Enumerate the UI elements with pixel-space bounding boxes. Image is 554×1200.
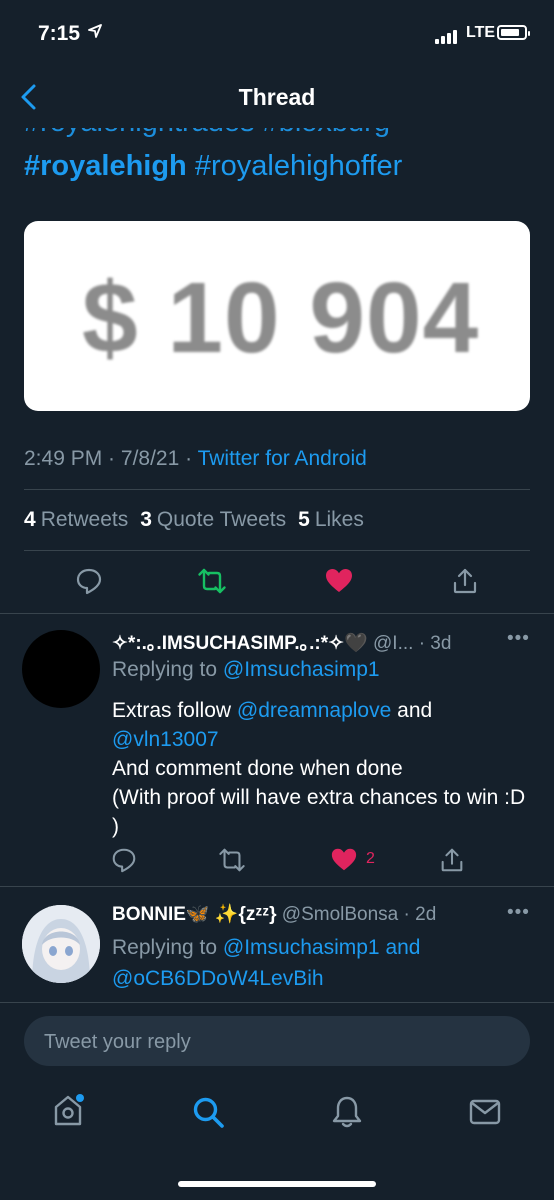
reply-icon[interactable] [74, 566, 104, 596]
hashtag-royalehighoffer[interactable]: #royalehighoffer [187, 150, 402, 182]
avatar[interactable] [22, 630, 100, 708]
status-time: 7:15 [38, 22, 81, 45]
replying-to-prefix: Replying to [112, 658, 218, 681]
anime-avatar-image [22, 905, 100, 983]
reply-author-name: ✧*:.｡.IMSUCHASIMP.｡.:*✧🖤 [112, 633, 368, 654]
tweet-image[interactable]: $ 10 904 [24, 221, 530, 411]
tweet-meta: 2:49 PM · 7/8/21 · Twitter for Android [24, 447, 367, 470]
quotes-label: Quote Tweets [156, 508, 287, 531]
tweet-image-price: $ 10 904 [82, 262, 480, 374]
retweets-count: 4 [24, 508, 36, 531]
search-icon[interactable] [190, 1094, 226, 1130]
divider [0, 886, 554, 887]
mention-link[interactable]: @vln13007 [112, 728, 219, 751]
home-icon[interactable] [50, 1092, 86, 1128]
reply-age: · 2d [403, 904, 437, 925]
reply-author-name: BONNIE🦋 ✨{zᶻᶻ} [112, 904, 277, 925]
battery-icon [497, 25, 530, 40]
retweets-stat[interactable]: 4 Retweets [24, 508, 128, 531]
reply-author[interactable]: ✧*:.｡.IMSUCHASIMP.｡.:*✧🖤 @I... · 3d [112, 628, 451, 655]
likes-label: Likes [314, 508, 364, 531]
hashtags: #royalehigh #royalehighoffer [24, 150, 402, 183]
reply-input[interactable] [42, 1016, 516, 1068]
reply-composer[interactable] [24, 1016, 530, 1068]
retweet-icon[interactable] [218, 846, 246, 874]
tweet-stats: 4 Retweets 3 Quote Tweets 5 Likes [24, 508, 364, 532]
likes-count: 5 [298, 508, 310, 531]
notification-dot [76, 1094, 84, 1102]
network-label: LTE [466, 24, 496, 41]
share-icon[interactable] [438, 846, 466, 874]
mention-link[interactable]: @dreamnaplove [237, 699, 391, 722]
tweet-source[interactable]: Twitter for Android [198, 447, 367, 470]
avatar[interactable] [22, 905, 100, 983]
tweet-time: 2:49 PM [24, 447, 103, 470]
reply-text-part: And comment done when done [112, 757, 403, 780]
retweets-label: Retweets [40, 508, 129, 531]
retweet-icon[interactable] [197, 566, 227, 596]
quotes-count: 3 [140, 508, 152, 531]
divider [24, 550, 530, 551]
likes-stat[interactable]: 5 Likes [298, 508, 364, 531]
replying-to-mention[interactable]: @oCB6DDoW4LevBih [112, 967, 324, 990]
like-count: 2 [366, 850, 375, 867]
reply-text-part: (With proof will have extra chances to w… [112, 786, 526, 838]
quotes-stat[interactable]: 3 Quote Tweets [140, 508, 286, 531]
reply-age: · 3d [418, 633, 452, 654]
reply-author[interactable]: BONNIE🦋 ✨{zᶻᶻ} @SmolBonsa · 2d [112, 902, 436, 926]
divider [24, 489, 530, 490]
more-options-icon[interactable]: ••• [507, 628, 530, 650]
notifications-icon[interactable] [329, 1094, 365, 1130]
replying-to-prefix: Replying to [112, 936, 218, 959]
reply-text-part: Extras follow [112, 699, 232, 722]
hashtag-royalehigh[interactable]: #royalehigh [24, 150, 187, 182]
reply-icon[interactable] [110, 846, 138, 874]
replying-to-mention[interactable]: @Imsuchasimp1 [223, 658, 380, 681]
replying-to: Replying to @Imsuchasimp1 [112, 658, 380, 682]
share-icon[interactable] [450, 566, 480, 596]
page-title: Thread [238, 84, 316, 110]
home-indicator [178, 1181, 376, 1187]
replying-to: Replying to @Imsuchasimp1 and @oCB6DDoW4… [112, 932, 420, 994]
reply-text-part: and [397, 699, 433, 722]
more-options-icon[interactable]: ••• [507, 902, 530, 924]
location-arrow-icon [88, 24, 102, 38]
reply-author-handle: @I... [373, 633, 414, 654]
like-icon[interactable] [324, 566, 354, 596]
signal-icon [435, 26, 459, 44]
messages-icon[interactable] [467, 1094, 503, 1130]
divider [0, 613, 554, 614]
reply-author-handle: @SmolBonsa [281, 904, 399, 925]
replying-to-mention[interactable]: @Imsuchasimp1 and [223, 936, 421, 959]
reply-text: Extras follow @dreamnaplove and @vln1300… [112, 696, 532, 841]
like-icon[interactable] [330, 846, 358, 874]
divider [0, 1002, 554, 1003]
tweet-date: 7/8/21 [120, 447, 180, 470]
